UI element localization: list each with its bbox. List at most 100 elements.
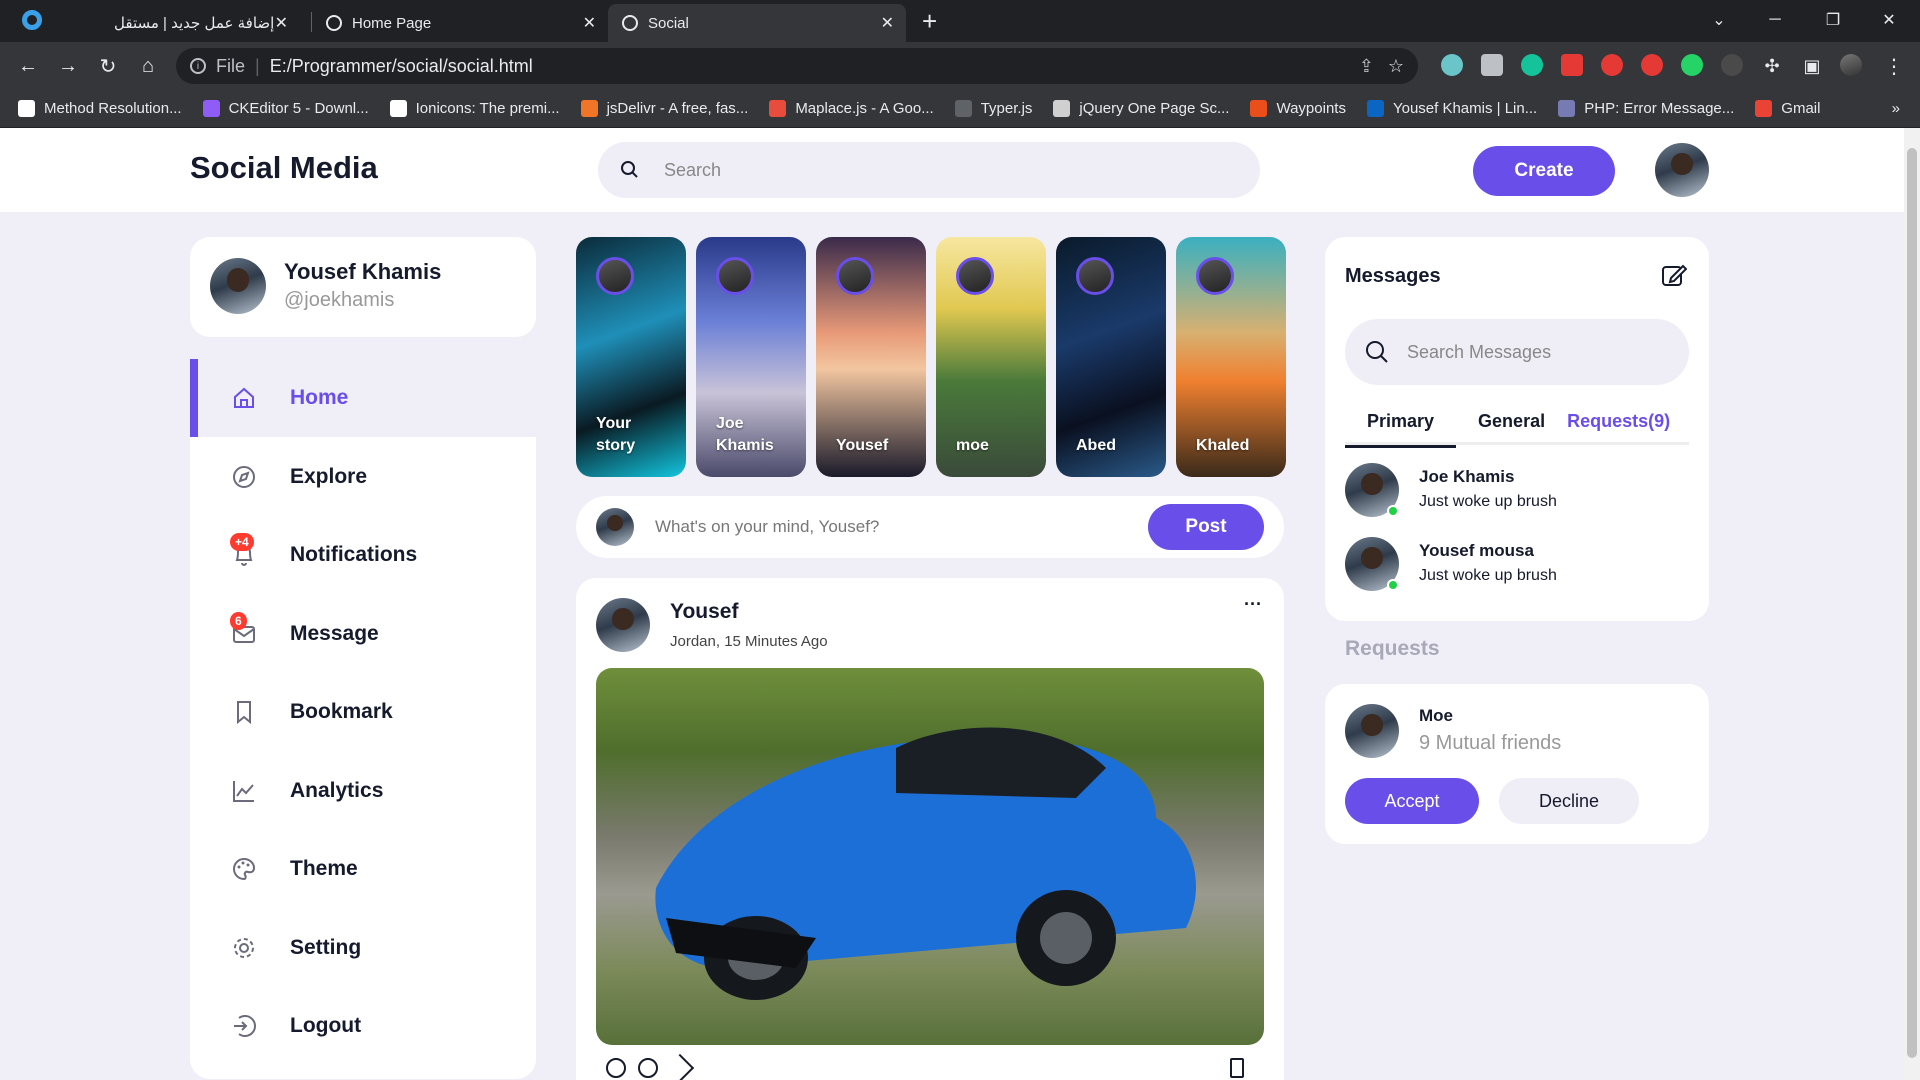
restore-icon[interactable]: ❐ <box>1810 0 1856 40</box>
adblock-extension-icon[interactable] <box>1601 54 1623 76</box>
create-button[interactable]: Create <box>1473 146 1615 196</box>
tab-general[interactable]: General <box>1456 411 1567 442</box>
close-icon[interactable]: ✕ <box>583 13 596 33</box>
tab-home-page[interactable]: Home Page ✕ <box>312 4 608 42</box>
grammarly-extension-icon[interactable] <box>1521 54 1543 76</box>
message-item[interactable]: Joe Khamis Just woke up brush <box>1345 463 1689 523</box>
bookmark-favicon-icon <box>202 100 220 117</box>
tab-mostaql[interactable]: إضافة عمل جديد | مستقل ✕ <box>100 4 300 42</box>
decline-button[interactable]: Decline <box>1499 778 1639 824</box>
sidebar-item-theme[interactable]: Theme <box>190 830 536 908</box>
eye-extension-icon[interactable] <box>1441 54 1463 76</box>
back-icon[interactable]: ← <box>14 52 42 80</box>
info-icon[interactable]: i <box>190 58 206 74</box>
post-author-avatar[interactable] <box>596 598 650 652</box>
like-icon[interactable] <box>606 1058 626 1078</box>
story-label: Abed <box>1076 435 1116 457</box>
bookmark-item[interactable]: PHP: Error Message... <box>1558 100 1734 117</box>
search-input[interactable]: Search <box>664 160 721 181</box>
scrollbar-thumb[interactable] <box>1907 148 1917 1058</box>
story-card[interactable]: moe <box>936 237 1046 477</box>
bookmark-item[interactable]: Yousef Khamis | Lin... <box>1366 100 1537 117</box>
bookmark-item[interactable]: Method Resolution... <box>18 100 182 117</box>
disabled-extension-icon[interactable] <box>1721 54 1743 76</box>
sidebar-item-explore[interactable]: Explore <box>190 438 536 516</box>
profile-card[interactable]: Yousef Khamis @joekhamis <box>190 237 536 337</box>
home-icon[interactable]: ⌂ <box>134 52 162 80</box>
bookmark-item[interactable]: CKEditor 5 - Downl... <box>202 100 369 117</box>
bookmark-item[interactable]: Waypoints <box>1250 100 1346 117</box>
close-icon[interactable]: ✕ <box>275 13 288 33</box>
bookmark-item[interactable]: Typer.js <box>954 100 1032 117</box>
sidebar-item-notifications[interactable]: +4 Notifications <box>190 516 536 594</box>
chrome-profile-icon[interactable] <box>22 10 42 30</box>
story-card[interactable]: Yousef <box>816 237 926 477</box>
story-card[interactable]: Joe Khamis <box>696 237 806 477</box>
bookmark-item[interactable]: Maplace.js - A Goo... <box>769 100 934 117</box>
comment-icon[interactable] <box>638 1058 658 1078</box>
sidebar-item-logout[interactable]: Logout <box>190 987 536 1065</box>
sidebar-item-bookmark[interactable]: Bookmark <box>190 673 536 751</box>
sidebar-item-analytics[interactable]: Analytics <box>190 752 536 830</box>
post-input[interactable]: What's on your mind, Yousef? <box>655 517 879 537</box>
request-avatar[interactable] <box>1345 704 1399 758</box>
bookmark-icon[interactable] <box>1230 1058 1244 1078</box>
bookmark-item[interactable]: jsDelivr - A free, fas... <box>580 100 748 117</box>
story-label: Joe Khamis <box>716 413 774 457</box>
edit-icon[interactable] <box>1661 263 1687 289</box>
forward-icon[interactable]: → <box>54 52 82 80</box>
window-close-icon[interactable]: ✕ <box>1866 0 1912 40</box>
tab-social[interactable]: Social ✕ <box>608 4 906 42</box>
post-button[interactable]: Post <box>1148 504 1264 550</box>
search-bar[interactable]: Search <box>598 142 1260 198</box>
sidepanel-icon[interactable]: ▣ <box>1798 52 1826 80</box>
story-card[interactable]: Your story <box>576 237 686 477</box>
tab-requests[interactable]: Requests(9) <box>1567 411 1670 442</box>
video-extension-icon[interactable] <box>1561 54 1583 76</box>
story-card[interactable]: Khaled <box>1176 237 1286 477</box>
page-scrollbar[interactable] <box>1904 128 1920 1080</box>
app-header: Social Media Search Create <box>0 128 1904 212</box>
messages-search-input[interactable]: Search Messages <box>1407 342 1551 363</box>
sidebar-item-setting[interactable]: Setting <box>190 909 536 987</box>
header-avatar[interactable] <box>1655 143 1709 197</box>
minimize-icon[interactable]: ─ <box>1752 0 1798 40</box>
app-logo[interactable]: Social Media <box>190 150 378 186</box>
bookmark-item[interactable]: Ionicons: The premi... <box>389 100 560 117</box>
sidebar-item-label: Analytics <box>290 778 384 802</box>
star-icon[interactable]: ☆ <box>1388 56 1404 77</box>
url-text[interactable]: E:/Programmer/social/social.html <box>270 56 533 77</box>
reload-icon[interactable]: ↻ <box>94 52 122 80</box>
puzzle-icon[interactable]: ✣ <box>1758 52 1786 80</box>
post-more-icon[interactable]: ··· <box>1244 594 1262 615</box>
bookmark-item[interactable]: jQuery One Page Sc... <box>1053 100 1229 117</box>
composer-avatar <box>596 508 634 546</box>
sidebar-item-message[interactable]: 6 Message <box>190 595 536 673</box>
whatsapp-extension-icon[interactable] <box>1681 54 1703 76</box>
search-icon <box>621 161 638 178</box>
close-icon[interactable]: ✕ <box>881 13 894 33</box>
tab-title: Home Page <box>352 14 432 32</box>
bookmark-item[interactable]: Gmail <box>1755 100 1820 117</box>
message-item[interactable]: Yousef mousa Just woke up brush <box>1345 537 1689 597</box>
accept-button[interactable]: Accept <box>1345 778 1479 824</box>
camera-extension-icon[interactable] <box>1481 54 1503 76</box>
new-tab-button[interactable]: + <box>922 6 937 37</box>
share-icon[interactable]: ⇪ <box>1359 56 1374 77</box>
sidebar-item-home[interactable]: Home <box>190 359 536 437</box>
tab-search-icon[interactable]: ⌄ <box>1696 0 1742 40</box>
kebab-menu-icon[interactable]: ⋮ <box>1880 52 1908 80</box>
post-author[interactable]: Yousef <box>670 600 738 624</box>
request-name[interactable]: Moe <box>1419 706 1453 726</box>
share-icon[interactable] <box>665 1053 695 1080</box>
stop-extension-icon[interactable] <box>1641 54 1663 76</box>
story-label-line: Yousef <box>836 437 889 454</box>
analytics-icon <box>230 777 258 805</box>
address-bar[interactable]: i File | E:/Programmer/social/social.htm… <box>176 48 1418 84</box>
messages-search[interactable]: Search Messages <box>1345 319 1689 385</box>
bookmark-label: Method Resolution... <box>44 100 182 117</box>
bookmarks-overflow-icon[interactable]: » <box>1892 100 1900 117</box>
story-card[interactable]: Abed <box>1056 237 1166 477</box>
chrome-avatar[interactable] <box>1840 54 1862 76</box>
tab-primary[interactable]: Primary <box>1345 411 1457 448</box>
